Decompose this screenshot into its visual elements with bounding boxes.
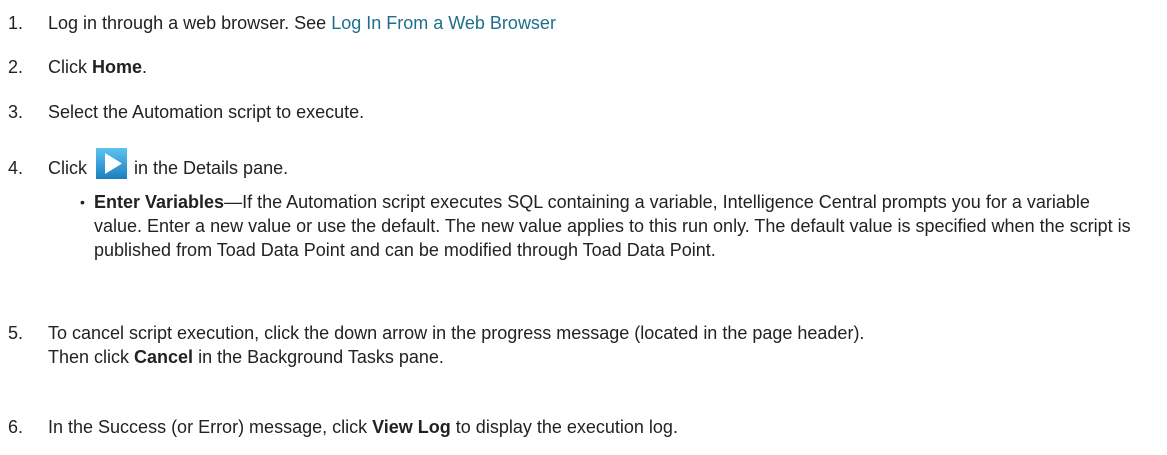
step-text-post: in the Details pane. xyxy=(129,158,289,178)
step-6: 6. In the Success (or Error) message, cli… xyxy=(8,415,678,439)
step-number: 3. xyxy=(8,102,24,122)
view-log-label: View Log xyxy=(372,417,451,437)
step-text-pre: In the Success (or Error) message, click xyxy=(48,417,373,437)
step-number: 2. xyxy=(8,57,24,77)
bullet-marker: • xyxy=(80,194,85,210)
enter-variables-label: Enter Variables xyxy=(94,192,225,212)
step-text-post: . xyxy=(142,57,148,77)
step-number: 4. xyxy=(8,158,24,178)
enter-variables-text: —If the Automation script executes SQL c… xyxy=(94,192,1131,260)
step-number: 1. xyxy=(8,13,24,33)
step-text-line2: Then click Cancel in the Background Task… xyxy=(8,345,1158,369)
login-web-browser-link[interactable]: Log In From a Web Browser xyxy=(331,13,556,33)
enter-variables-note: Enter Variables—If the Automation script… xyxy=(94,190,1134,262)
step-text-pre: Click xyxy=(48,57,92,77)
step-2: 2. Click Home. xyxy=(8,55,147,79)
step-4: 4. Click in the Details pane. xyxy=(8,148,288,180)
cancel-label: Cancel xyxy=(134,347,194,367)
step-text: Log in through a web browser. See xyxy=(48,13,332,33)
step-text-pre: Click xyxy=(48,158,92,178)
step-text-post: in the Background Tasks pane. xyxy=(193,347,444,367)
step-text-pre: Then click xyxy=(48,347,135,367)
step-text-post: to display the execution log. xyxy=(450,417,678,437)
step-text-line1: To cancel script execution, click the do… xyxy=(48,323,865,343)
procedure-document: 1. Log in through a web browser. See Log … xyxy=(0,0,1167,455)
step-5: 5. To cancel script execution, click the … xyxy=(8,321,1158,369)
step-number: 6. xyxy=(8,417,24,437)
step-3: 3. Select the Automation script to execut… xyxy=(8,100,364,124)
step-number: 5. xyxy=(8,323,24,343)
home-label: Home xyxy=(92,57,143,77)
play-icon xyxy=(96,148,127,179)
step-text: Select the Automation script to execute. xyxy=(48,102,365,122)
step-1: 1. Log in through a web browser. See Log … xyxy=(8,11,556,35)
